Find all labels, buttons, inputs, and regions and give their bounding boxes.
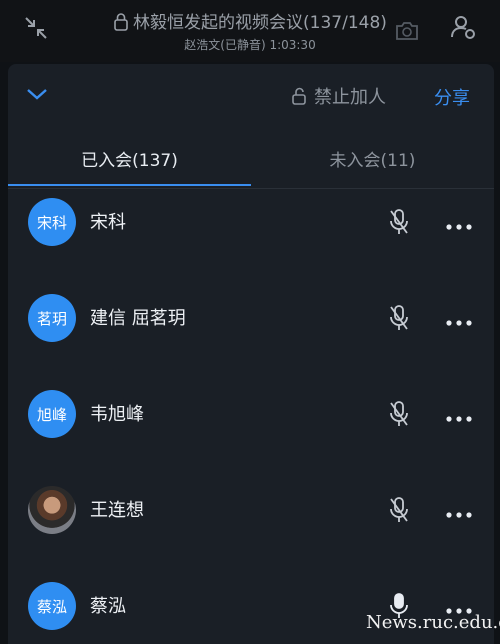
more-options-icon[interactable] — [444, 505, 474, 518]
share-button[interactable]: 分享 — [434, 84, 470, 110]
switch-camera-icon[interactable] — [394, 20, 420, 42]
lock-meeting-label: 禁止加人 — [314, 87, 386, 108]
participant-tabs: 已入会(137) 未入会(11) — [8, 142, 494, 189]
participant-settings-icon[interactable] — [448, 12, 478, 42]
mic-muted-icon[interactable] — [388, 400, 410, 428]
mic-muted-icon[interactable] — [388, 496, 410, 524]
meeting-top-bar: 林毅恒发起的视频会议(137/148) 赵浩文(已静音) 1:03:30 — [0, 0, 500, 62]
lock-meeting-button[interactable]: 禁止加人 — [290, 84, 386, 108]
tab-not-joined[interactable]: 未入会(11) — [251, 146, 494, 171]
unlock-icon — [292, 87, 306, 105]
participant-name: 王连想 — [90, 500, 144, 521]
list-item[interactable]: 王连想 — [8, 476, 494, 572]
avatar-photo — [28, 486, 76, 534]
list-item[interactable]: 茗玥 建信 屈茗玥 — [8, 284, 494, 380]
list-item[interactable]: 宋科 宋科 — [8, 188, 494, 284]
meeting-status: 赵浩文(已静音) 1:03:30 — [184, 38, 316, 52]
chevron-down-icon[interactable] — [24, 84, 50, 104]
watermark: News.ruc.edu.cn — [366, 612, 500, 633]
participant-name: 建信 屈茗玥 — [90, 308, 186, 329]
more-options-icon[interactable] — [444, 217, 474, 230]
mic-muted-icon[interactable] — [388, 208, 410, 236]
mic-muted-icon[interactable] — [388, 304, 410, 332]
meeting-title-text: 林毅恒发起的视频会议(137/148) — [133, 13, 387, 33]
avatar: 茗玥 — [28, 294, 76, 342]
participant-name: 蔡泓 — [90, 596, 126, 617]
list-item[interactable]: 蔡泓 蔡泓 — [8, 572, 494, 644]
avatar: 宋科 — [28, 198, 76, 246]
avatar: 旭峰 — [28, 390, 76, 438]
participants-panel: 禁止加人 分享 已入会(137) 未入会(11) 宋科 宋科 茗玥 建信 屈茗玥… — [8, 64, 494, 644]
meeting-title: 林毅恒发起的视频会议(137/148) — [0, 8, 500, 36]
more-options-icon[interactable] — [444, 313, 474, 326]
participant-name: 韦旭峰 — [90, 404, 144, 425]
more-options-icon[interactable] — [444, 601, 474, 614]
tab-joined[interactable]: 已入会(137) — [8, 146, 251, 171]
more-options-icon[interactable] — [444, 409, 474, 422]
avatar: 蔡泓 — [28, 582, 76, 630]
participant-name: 宋科 — [90, 212, 126, 233]
active-tab-indicator — [8, 184, 251, 186]
list-item[interactable]: 旭峰 韦旭峰 — [8, 380, 494, 476]
lock-icon — [113, 13, 129, 36]
